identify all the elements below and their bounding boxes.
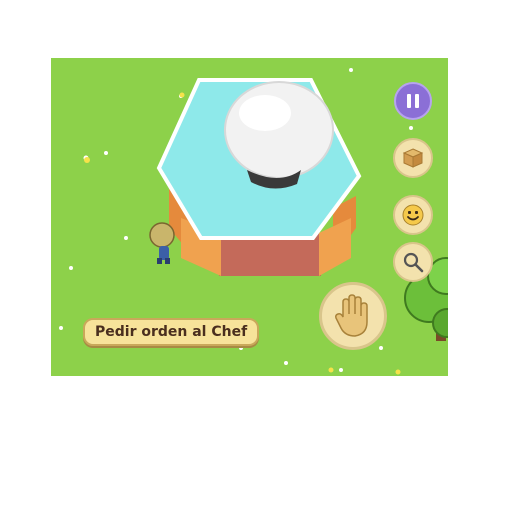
hand-icon bbox=[335, 294, 368, 337]
game-viewport[interactable]: Pedir orden al Chef bbox=[51, 58, 448, 376]
emote-button[interactable] bbox=[393, 195, 433, 235]
action-prompt-label[interactable]: Pedir orden al Chef bbox=[83, 318, 260, 346]
box-icon bbox=[402, 148, 424, 168]
inventory-box-button[interactable] bbox=[393, 138, 433, 178]
pause-button[interactable] bbox=[394, 82, 432, 120]
interact-hand-button[interactable] bbox=[319, 282, 387, 350]
magnifier-icon bbox=[403, 252, 424, 273]
smiley-face-icon bbox=[402, 204, 424, 226]
pause-icon bbox=[407, 94, 419, 108]
zoom-button[interactable] bbox=[393, 242, 433, 282]
